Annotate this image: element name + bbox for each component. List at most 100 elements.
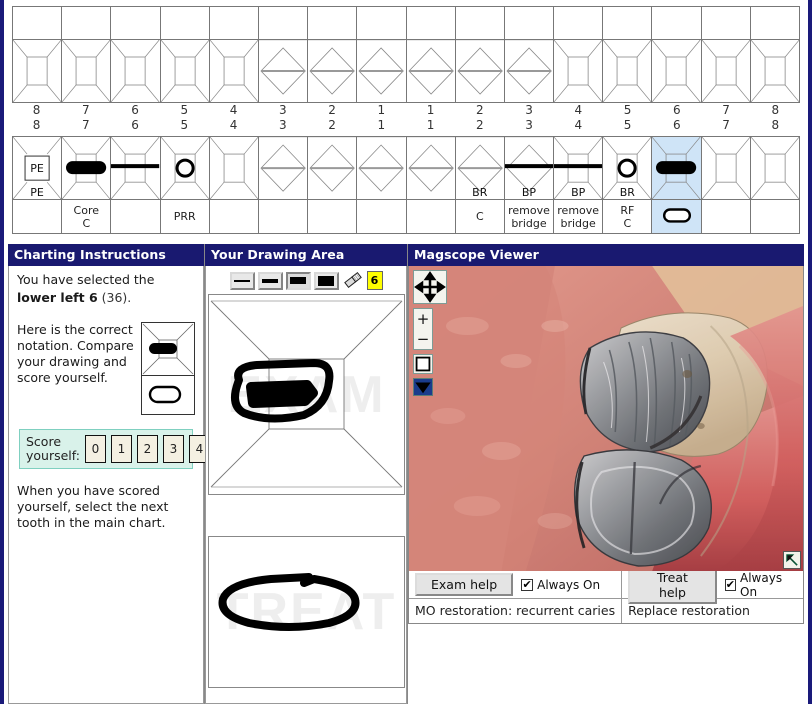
upper-tooth-4[interactable] <box>208 39 259 103</box>
lower-tooth-6[interactable] <box>110 135 161 201</box>
user-drawing-occlusal <box>231 359 334 423</box>
drawing-canvas-occlusal[interactable]: EXAM <box>208 294 405 495</box>
treat-help-cell: Treat help ✔ Always On Replace restorati… <box>622 565 803 623</box>
dental-chart: 8765432112345678 8765432112345678 PE PE BR… <box>4 0 808 235</box>
upper-note-cell[interactable] <box>553 6 604 40</box>
lower-tooth-glyph <box>406 137 455 199</box>
lower-note-cell-5[interactable]: RF C <box>602 199 653 235</box>
upper-tooth-2[interactable] <box>454 39 505 103</box>
lower-note-cell-6[interactable] <box>110 199 161 235</box>
lower-note-cell-4[interactable] <box>208 199 259 235</box>
lower-tooth-5[interactable] <box>159 135 210 201</box>
zoom-out-button[interactable]: − <box>414 329 432 349</box>
lower-tooth-5[interactable]: BR <box>602 135 653 201</box>
upper-note-cell[interactable] <box>700 6 751 40</box>
exam-help-button[interactable]: Exam help <box>415 573 514 596</box>
lower-note-cell-3[interactable] <box>257 199 309 235</box>
lower-tooth-4[interactable]: BP <box>553 135 604 201</box>
upper-note-cell[interactable] <box>651 6 702 40</box>
zoom-control: + − <box>413 308 433 350</box>
lower-note-cell-7[interactable]: Core C <box>61 199 112 235</box>
upper-note-cell[interactable] <box>208 6 259 40</box>
upper-note-cell[interactable] <box>749 6 801 40</box>
upper-tooth-6[interactable] <box>651 39 702 103</box>
lower-note-cell-5[interactable]: PRR <box>159 199 210 235</box>
treat-help-button[interactable]: Treat help <box>628 565 717 604</box>
upper-note-cell[interactable] <box>405 6 456 40</box>
lower-note-cell-8[interactable] <box>749 199 801 235</box>
lower-note-cell-1[interactable] <box>405 199 456 235</box>
upper-tooth-5[interactable] <box>602 39 653 103</box>
score-button-1[interactable]: 1 <box>110 435 132 463</box>
lower-notes-row: Core C PRR Cremove bridge remove bridge RF C <box>11 199 801 235</box>
upper-tooth-7[interactable] <box>700 39 751 103</box>
upper-note-cell[interactable] <box>602 6 653 40</box>
lower-tooth-1[interactable] <box>405 135 456 201</box>
upper-note-cell[interactable] <box>11 6 63 40</box>
lower-tooth-number-2: 2 <box>476 118 484 132</box>
upper-tooth-3[interactable] <box>503 39 555 103</box>
lower-note-cell-4[interactable]: remove bridge <box>553 199 604 235</box>
lower-tooth-2[interactable] <box>307 135 358 201</box>
score-button-3[interactable]: 3 <box>162 435 184 463</box>
lower-tooth-8[interactable] <box>749 135 801 201</box>
upper-tooth-2[interactable] <box>307 39 358 103</box>
exam-always-on-toggle[interactable]: ✔ Always On <box>521 578 600 592</box>
lower-tooth-7[interactable] <box>61 135 112 201</box>
upper-note-cell[interactable] <box>110 6 161 40</box>
eraser-button[interactable] <box>342 271 364 290</box>
upper-note-cell[interactable] <box>454 6 505 40</box>
viewer-dropdown-button[interactable] <box>413 378 433 396</box>
lower-tooth-number-8: 8 <box>771 118 780 132</box>
lower-note-cell-6[interactable] <box>651 199 702 235</box>
upper-note-cell[interactable] <box>159 6 210 40</box>
lower-tooth-8[interactable]: PE PE <box>11 135 63 201</box>
upper-tooth-8[interactable] <box>11 39 63 103</box>
score-button-2[interactable]: 2 <box>136 435 158 463</box>
lower-tooth-4[interactable] <box>208 135 259 201</box>
upper-note-cell[interactable] <box>307 6 358 40</box>
treat-always-on-toggle[interactable]: ✔ Always On <box>724 571 797 599</box>
upper-tooth-1[interactable] <box>405 39 456 103</box>
lower-tooth-6-selected[interactable] <box>651 135 702 201</box>
lower-note-cell-8[interactable] <box>11 199 63 235</box>
upper-tooth-number-1: 1 <box>426 103 435 117</box>
upper-tooth-7[interactable] <box>61 39 112 103</box>
lower-note-cell-7[interactable] <box>700 199 751 235</box>
closing-instruction-text: When you have scored yourself, select th… <box>17 483 169 530</box>
upper-note-cell[interactable] <box>257 6 309 40</box>
intraoral-photograph[interactable]: + − <box>408 266 804 571</box>
lower-tooth-3[interactable]: BP <box>503 135 555 201</box>
upper-tooth-1[interactable] <box>356 39 407 103</box>
line-width-3-button[interactable] <box>285 271 311 290</box>
notation-occlusal-view <box>142 323 194 376</box>
viewer-resize-handle[interactable] <box>783 551 801 569</box>
lower-tooth-7[interactable] <box>700 135 751 201</box>
lower-tooth-1[interactable] <box>356 135 407 201</box>
lower-note-cell-3[interactable]: remove bridge <box>503 199 555 235</box>
lower-note-cell-2[interactable]: C <box>454 199 505 235</box>
chevron-down-icon <box>415 382 431 394</box>
line-width-1-button[interactable] <box>229 271 255 290</box>
upper-tooth-5[interactable] <box>159 39 210 103</box>
upper-note-cell[interactable] <box>356 6 407 40</box>
lower-note-cell-2[interactable] <box>307 199 358 235</box>
line-width-2-button[interactable] <box>257 271 283 290</box>
lower-note-cell-1[interactable] <box>356 199 407 235</box>
line-width-4-button[interactable] <box>313 271 339 290</box>
exam-always-on-checkbox[interactable]: ✔ <box>521 578 534 591</box>
pan-button[interactable] <box>413 270 447 304</box>
upper-tooth-8[interactable] <box>749 39 801 103</box>
treat-always-on-checkbox[interactable]: ✔ <box>724 578 736 591</box>
upper-note-cell[interactable] <box>61 6 112 40</box>
drawing-canvas-buccal[interactable]: TREAT <box>208 536 405 688</box>
lower-tooth-3[interactable] <box>257 135 309 201</box>
upper-tooth-3[interactable] <box>257 39 309 103</box>
zoom-in-button[interactable]: + <box>414 309 432 329</box>
upper-tooth-4[interactable] <box>553 39 604 103</box>
upper-note-cell[interactable] <box>503 6 555 40</box>
lower-tooth-2[interactable]: BR <box>454 135 505 201</box>
fit-to-window-button[interactable] <box>413 354 433 374</box>
score-button-0[interactable]: 0 <box>84 435 106 463</box>
upper-tooth-6[interactable] <box>110 39 161 103</box>
